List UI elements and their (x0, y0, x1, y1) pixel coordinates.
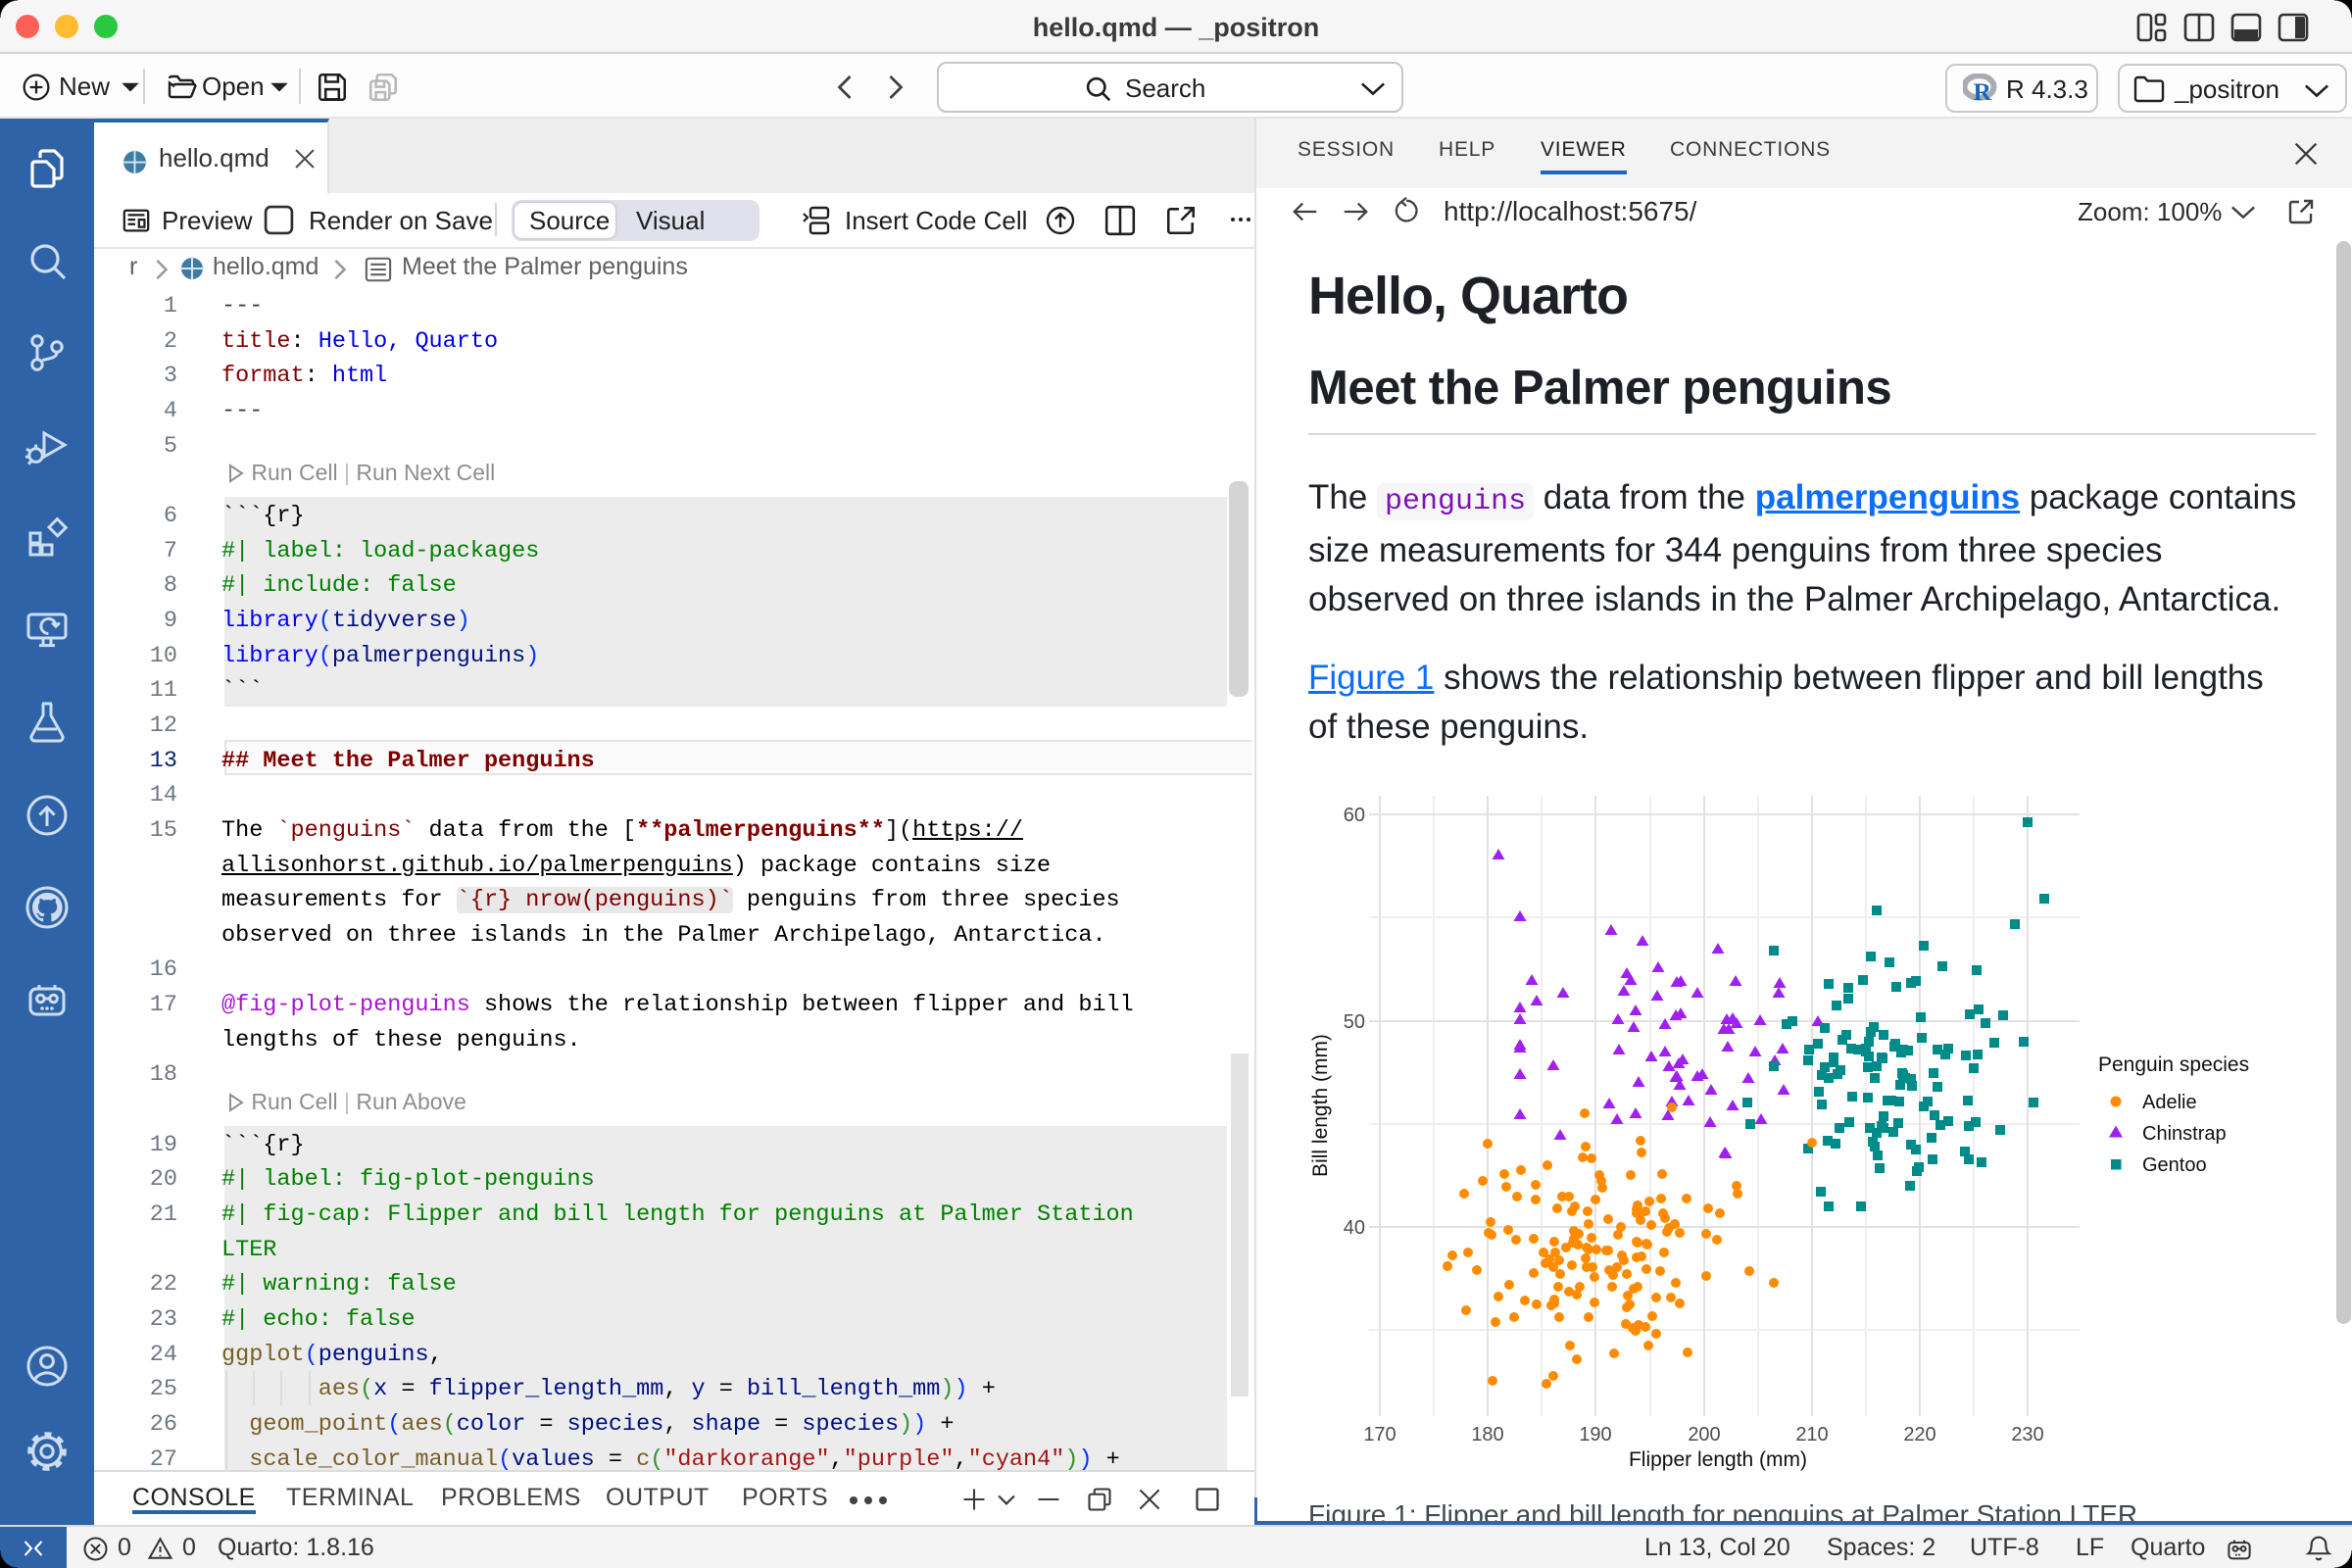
svg-text:Chinstrap: Chinstrap (2142, 1123, 2227, 1145)
svg-text:40: 40 (1344, 1217, 1365, 1239)
svg-text:R: R (1974, 77, 1992, 103)
svg-text:Gentoo: Gentoo (2142, 1154, 2207, 1176)
svg-text:Flipper length (mm): Flipper length (mm) (1629, 1448, 1807, 1471)
svg-text:180: 180 (1471, 1424, 1503, 1446)
svg-text:60: 60 (1344, 805, 1365, 826)
svg-text:200: 200 (1688, 1424, 1720, 1446)
svg-text:230: 230 (2011, 1424, 2043, 1446)
svg-text:50: 50 (1344, 1011, 1365, 1033)
svg-text:170: 170 (1363, 1424, 1396, 1446)
svg-text:190: 190 (1579, 1424, 1611, 1446)
svg-text:220: 220 (1903, 1424, 1936, 1446)
svg-text:Bill length (mm): Bill length (mm) (1309, 1034, 1332, 1177)
svg-text:210: 210 (1795, 1424, 1828, 1446)
svg-text:Penguin species: Penguin species (2098, 1054, 2249, 1076)
svg-text:Adelie: Adelie (2142, 1092, 2197, 1113)
